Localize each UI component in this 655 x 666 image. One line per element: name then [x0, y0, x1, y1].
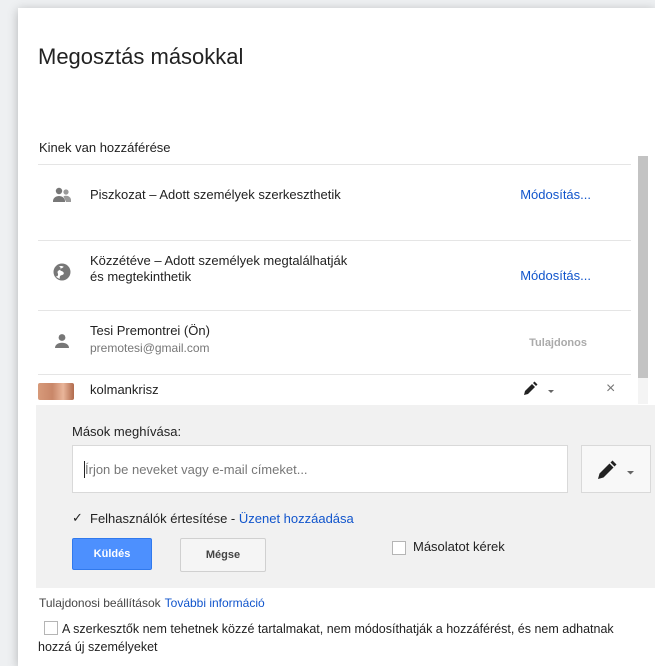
owner-settings-label: Tulajdonosi beállítások — [39, 596, 161, 610]
row-title-line2: és megtekinthetik — [90, 269, 192, 284]
invite-input[interactable] — [72, 445, 568, 493]
chevron-down-icon — [548, 390, 554, 393]
people-icon — [53, 187, 71, 202]
restrict-editors-label: A szerkesztők nem tehetnek közzé tartalm… — [38, 622, 614, 654]
access-row-collaborator: kolmankrisz × — [38, 374, 631, 404]
send-button[interactable]: Küldés — [72, 538, 152, 570]
cancel-button[interactable]: Mégse — [180, 538, 266, 572]
more-info-link[interactable]: További információ — [165, 596, 265, 610]
invite-label: Mások meghívása: — [72, 424, 182, 439]
copy-checkbox[interactable] — [392, 541, 406, 555]
modify-published-link[interactable]: Módosítás... — [520, 268, 591, 283]
notify-checkbox[interactable]: ✓ — [72, 510, 83, 526]
access-list-scrollbar[interactable] — [638, 156, 648, 404]
owner-email: premotesi@gmail.com — [90, 341, 210, 355]
access-section-label: Kinek van hozzáférése — [39, 140, 171, 155]
person-icon — [55, 334, 69, 348]
share-dialog: Megosztás másokkal Kinek van hozzáférése… — [18, 8, 655, 666]
notify-text: Felhasználók értesítése - — [90, 511, 239, 526]
row-title-line1: Közzétéve – Adott személyek megtalálhatj… — [90, 253, 348, 268]
invite-permission-button[interactable] — [581, 445, 651, 493]
scrollbar-thumb[interactable] — [638, 156, 648, 378]
access-row-draft: Piszkozat – Adott személyek szerkeszthet… — [38, 164, 631, 225]
modify-draft-link[interactable]: Módosítás... — [520, 187, 591, 202]
invite-panel: Mások meghívása: ✓ Felhasználók értesíté… — [36, 405, 655, 588]
close-icon[interactable]: × — [606, 381, 615, 397]
collaborator-permission-dropdown[interactable] — [522, 381, 562, 395]
pencil-icon — [524, 384, 535, 395]
globe-icon — [53, 263, 71, 281]
text-caret — [84, 461, 85, 478]
restrict-editors-checkbox[interactable] — [44, 621, 58, 635]
avatar — [38, 383, 74, 400]
access-row-owner: Tesi Premontrei (Ön) premotesi@gmail.com… — [38, 310, 631, 375]
access-row-published: Közzétéve – Adott személyek megtalálhatj… — [38, 240, 631, 311]
pencil-icon — [598, 460, 634, 479]
owner-name: Tesi Premontrei (Ön) — [90, 323, 210, 338]
owner-settings: Tulajdonosi beállítások További informáci… — [39, 596, 265, 610]
owner-role-badge: Tulajdonos — [529, 337, 587, 349]
collaborator-name: kolmankrisz — [90, 382, 159, 397]
dialog-title: Megosztás másokkal — [38, 44, 244, 69]
access-list: Piszkozat – Adott személyek szerkeszthet… — [38, 156, 631, 404]
row-title: Piszkozat – Adott személyek szerkeszthet… — [90, 187, 341, 202]
add-message-link[interactable]: Üzenet hozzáadása — [239, 511, 354, 526]
copy-label: Másolatot kérek — [413, 539, 505, 554]
notify-label: Felhasználók értesítése - Üzenet hozzáad… — [90, 511, 354, 526]
